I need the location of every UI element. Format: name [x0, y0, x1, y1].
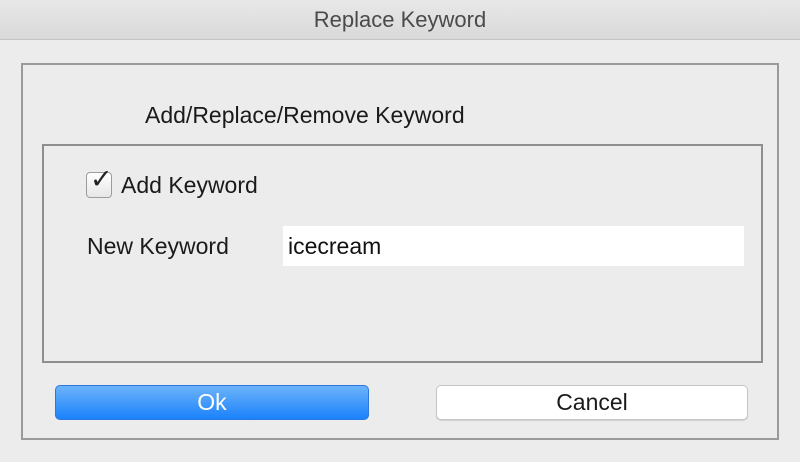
ok-button[interactable]: Ok [55, 385, 369, 420]
group-title: Add/Replace/Remove Keyword [145, 102, 465, 128]
replace-keyword-dialog: Replace Keyword Add/Replace/Remove Keywo… [0, 0, 800, 462]
add-keyword-label[interactable]: Add Keyword [121, 172, 258, 199]
checkmark-icon: ✓ [90, 164, 113, 195]
title-bar[interactable]: Replace Keyword [0, 0, 800, 40]
window-title: Replace Keyword [313, 7, 487, 32]
new-keyword-label: New Keyword [87, 233, 229, 259]
new-keyword-input[interactable] [283, 226, 744, 266]
add-keyword-checkbox-row[interactable]: ✓ Add Keyword [86, 166, 258, 202]
add-keyword-checkbox[interactable]: ✓ [86, 166, 113, 198]
cancel-button[interactable]: Cancel [436, 385, 748, 420]
